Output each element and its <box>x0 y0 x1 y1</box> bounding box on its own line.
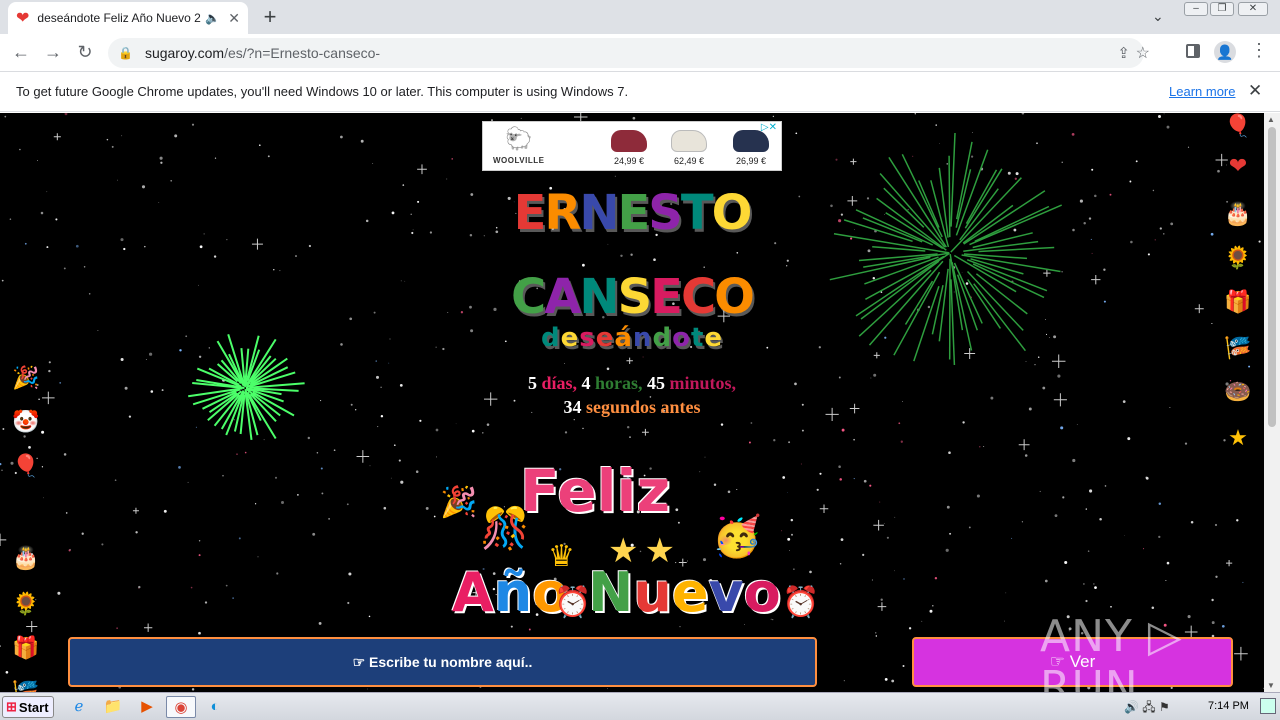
ad-product-3[interactable]: 26,99 € <box>729 128 773 166</box>
slipper-navy-icon <box>733 130 769 152</box>
new-tab-button[interactable]: + <box>258 4 282 30</box>
toolbar: ← → ↻ 🔒 sugaroy.com/es/?n=Ernesto-cansec… <box>0 34 1280 72</box>
profile-avatar[interactable]: 👤 <box>1214 41 1236 63</box>
countdown-minutes-label: minutos, <box>669 373 737 393</box>
network-icon[interactable]: 🖧 <box>1142 700 1155 714</box>
reload-icon[interactable]: ↻ <box>74 42 96 63</box>
system-tray[interactable]: 🔊 🖧 ⚑ <box>1124 698 1170 719</box>
infobar-message: To get future Google Chrome updates, you… <box>16 84 629 99</box>
url-path: /es/?n=Ernesto-canseco- <box>224 45 381 61</box>
flower-pot-icon[interactable]: 🌻 <box>12 591 40 617</box>
advertisement-banner[interactable]: 🐑 WOOLVILLE 24,99 € 62,49 € 26,99 € ▷✕ <box>482 121 782 171</box>
star-right-icon[interactable]: ★ <box>1224 425 1252 451</box>
window-close-button[interactable]: ✕ <box>1238 2 1268 16</box>
anyrun-watermark: ANY ▷ RUN <box>1040 611 1183 692</box>
edge-icon[interactable]: ◐ <box>200 696 230 718</box>
tab-active[interactable]: ❤ deseándote Feliz Año Nuevo 2023 🔈 ✕ <box>8 2 248 34</box>
clown-face-icon[interactable]: 🤡 <box>12 409 40 435</box>
tab-close-icon[interactable]: ✕ <box>228 10 240 27</box>
scrollbar-thumb[interactable] <box>1268 127 1276 427</box>
countdown: 5 días, 4 horas, 45 minutos, 34 segundos… <box>432 371 832 419</box>
action-center-flag-icon[interactable]: ⚑ <box>1159 700 1170 714</box>
restore-button[interactable]: ❐ <box>1210 2 1234 16</box>
alarm-clock-icon-2: ⏰ <box>782 586 820 619</box>
ad-brand: WOOLVILLE <box>493 156 545 165</box>
countdown-seconds-label: segundos antes <box>585 397 701 417</box>
countdown-minutes: 45 <box>647 373 666 393</box>
write-name-button[interactable]: ☞ Escribe tu nombre aquí.. <box>68 637 817 687</box>
forward-arrow-icon[interactable]: → <box>42 42 64 63</box>
windows-flag-icon: ⊞ <box>6 699 17 714</box>
balloons-right-icon[interactable]: 🎈 <box>1224 113 1252 139</box>
slipper-white-icon <box>671 130 707 152</box>
hearts-icon[interactable]: ❤ <box>12 497 40 523</box>
birthday-cake-right-icon[interactable]: 🎂 <box>1224 201 1252 227</box>
alarm-clock-icon: ⏰ <box>554 586 592 619</box>
address-bar[interactable]: 🔒 sugaroy.com/es/?n=Ernesto-canseco- ⇪ ☆ <box>108 38 1150 68</box>
speaker-icon[interactable]: 🔈 <box>205 11 220 25</box>
url-host: sugaroy.com <box>144 45 225 61</box>
chrome-taskbar-icon[interactable]: ◉ <box>166 696 196 718</box>
sheep-logo-icon: 🐑 <box>505 126 533 151</box>
learn-more-link[interactable]: Learn more <box>1169 84 1235 99</box>
tab-title: deseándote Feliz Año Nuevo 2023 <box>37 11 201 25</box>
birthday-cake-icon[interactable]: 🎂 <box>12 545 40 571</box>
scroll-up-arrow-icon[interactable]: ▲ <box>1267 115 1275 124</box>
countdown-hours-label: horas, <box>595 373 643 393</box>
countdown-hours: 4 <box>581 373 591 393</box>
party-hat-icon: 🥳 <box>712 515 762 559</box>
scroll-down-arrow-icon[interactable]: ▼ <box>1267 681 1275 690</box>
countdown-seconds: 34 <box>563 397 582 417</box>
start-button[interactable]: ⊞ Start <box>2 696 54 718</box>
update-infobar: To get future Google Chrome updates, you… <box>0 72 1280 112</box>
share-icon[interactable]: ⇪ <box>1117 44 1130 62</box>
bookmark-star-icon[interactable]: ☆ <box>1136 43 1150 63</box>
ad-price-2: 62,49 € <box>673 156 705 166</box>
gift-box-right-icon[interactable]: 🎁 <box>1224 289 1252 315</box>
heart-favicon-icon: ❤ <box>16 10 30 27</box>
donut-icon[interactable]: 🍩 <box>1224 379 1252 405</box>
menu-kebab-icon[interactable]: ⋮ <box>1250 40 1268 61</box>
slipper-red-icon <box>611 130 647 152</box>
bunting-flags-icon[interactable]: 🎏 <box>12 679 40 692</box>
ad-price-3: 26,99 € <box>735 156 767 166</box>
volume-icon[interactable]: 🔊 <box>1124 700 1139 714</box>
windows-taskbar: ⊞ Start ℯ 📁 ▶ ◉ ◐ 🔊 🖧 ⚑ 7:14 PM <box>0 692 1280 720</box>
first-name-heading: ERNESTO <box>513 185 753 241</box>
ad-product-1[interactable]: 24,99 € <box>607 128 651 166</box>
greeting-feliz: Feliz <box>520 457 671 525</box>
infobar-close-icon[interactable]: ✕ <box>1248 81 1262 101</box>
lock-icon[interactable]: 🔒 <box>118 46 133 60</box>
balloons-icon[interactable]: 🎈 <box>12 453 40 479</box>
page-content: 🐑 WOOLVILLE 24,99 € 62,49 € 26,99 € ▷✕ E… <box>0 113 1264 692</box>
countdown-days: 5 <box>527 373 537 393</box>
show-desktop-button[interactable] <box>1260 698 1276 714</box>
tab-strip: ❤ deseándote Feliz Año Nuevo 2023 🔈 ✕ + … <box>0 0 1280 34</box>
minimize-button[interactable]: – <box>1184 2 1208 16</box>
start-label: Start <box>18 699 49 715</box>
countdown-days-label: días, <box>541 373 577 393</box>
ad-price-1: 24,99 € <box>613 156 645 166</box>
bunting-flags-right-icon[interactable]: 🎏 <box>1224 335 1252 361</box>
flower-pot-right-icon[interactable]: 🌻 <box>1224 245 1252 271</box>
ad-choices-icon[interactable]: ▷✕ <box>761 122 777 133</box>
media-player-icon[interactable]: ▶ <box>132 696 162 718</box>
hearts-right-icon[interactable]: ❤ <box>1224 153 1252 179</box>
taskbar-clock[interactable]: 7:14 PM <box>1208 700 1249 712</box>
internet-explorer-icon[interactable]: ℯ <box>64 696 94 718</box>
last-name-heading: CANSECO <box>511 269 755 325</box>
side-panel-icon[interactable] <box>1186 44 1200 58</box>
page-scrollbar[interactable]: ▲ ▼ <box>1264 113 1280 692</box>
file-explorer-icon[interactable]: 📁 <box>98 696 128 718</box>
party-horn-icon: 🎉 <box>440 486 478 519</box>
party-popper-side-icon[interactable]: 🎉 <box>12 365 40 391</box>
ad-product-2[interactable]: 62,49 € <box>667 128 711 166</box>
back-arrow-icon[interactable]: ← <box>10 42 32 63</box>
gift-box-icon[interactable]: 🎁 <box>12 635 40 661</box>
greeting-ano-nuevo: Año Nuevo <box>452 561 781 624</box>
tab-search-chevron-icon[interactable]: ⌄ <box>1152 8 1164 25</box>
wishing-text: deseándote <box>540 323 724 353</box>
